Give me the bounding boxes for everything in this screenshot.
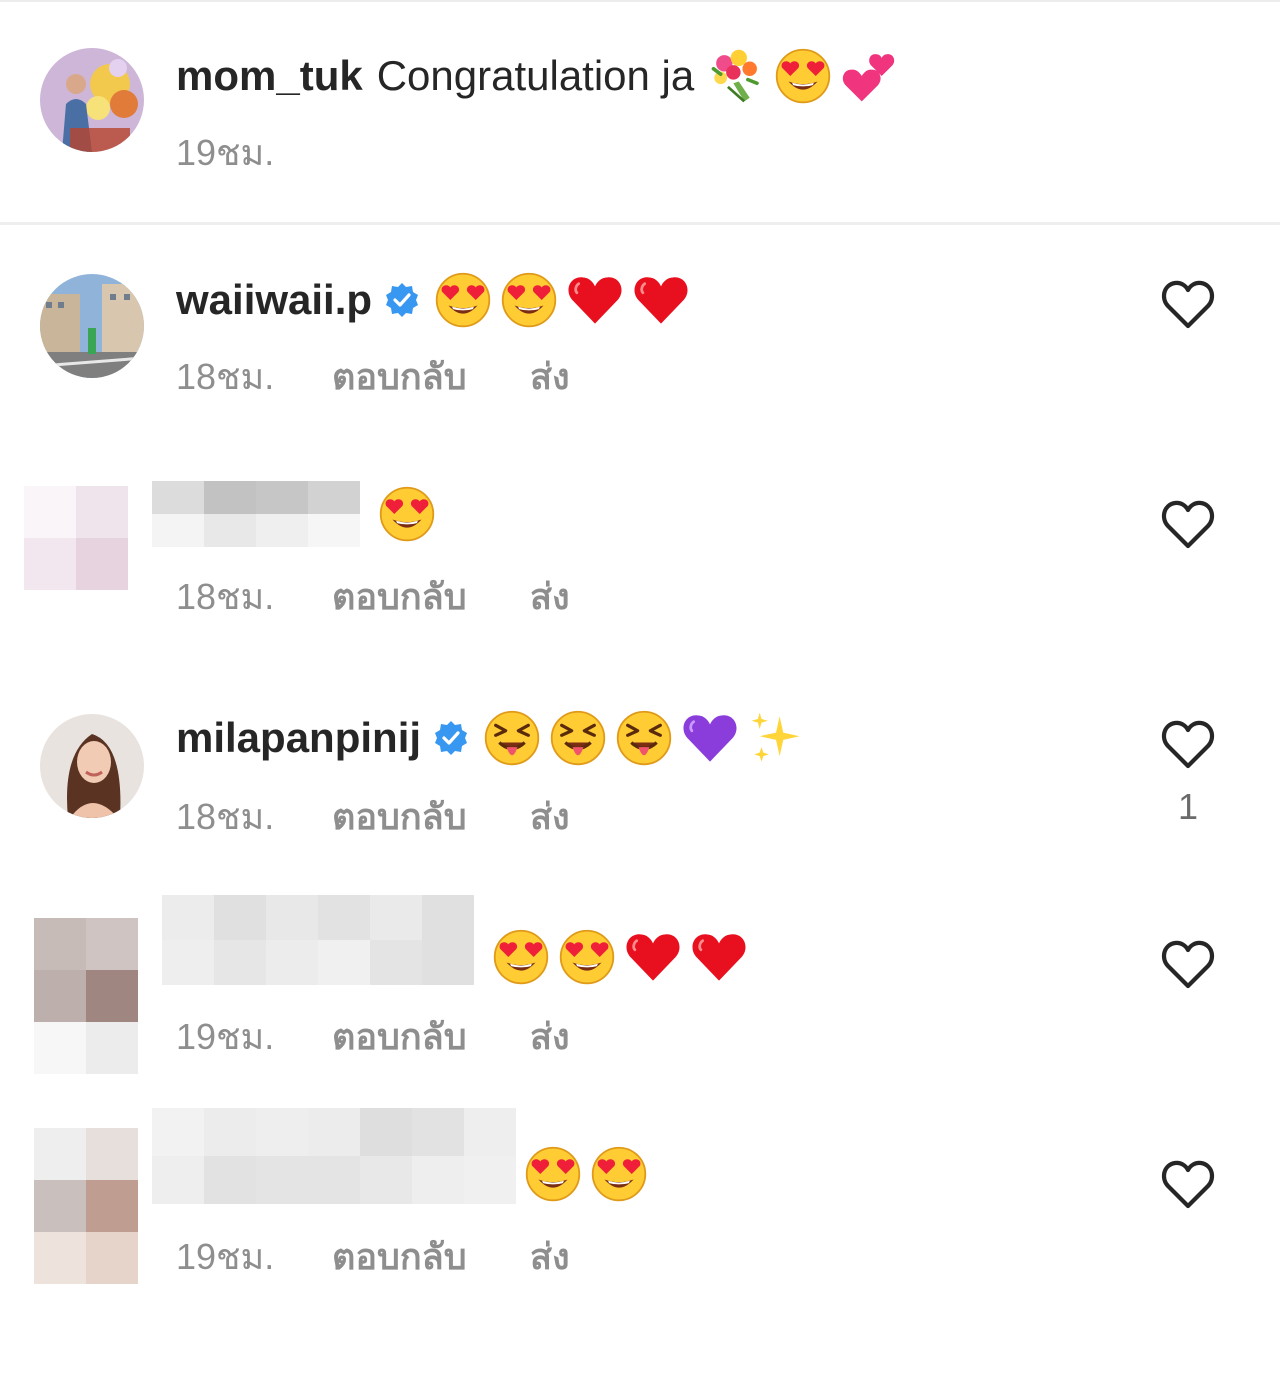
comment-line <box>162 895 748 985</box>
timestamp: 18ชม. <box>176 795 275 837</box>
verified-badge-icon <box>433 720 469 756</box>
like-heart-icon[interactable] <box>1160 1158 1216 1210</box>
like-heart-icon[interactable] <box>1160 498 1216 550</box>
avatar[interactable] <box>40 714 144 818</box>
squinting-tongue-emoji <box>549 709 607 767</box>
red-heart-emoji <box>624 928 682 986</box>
heart-eyes-emoji <box>492 928 550 986</box>
comment-line: milapanpinij <box>176 710 805 766</box>
emoji-row <box>492 928 748 986</box>
bouquet-emoji <box>708 47 766 105</box>
send-button[interactable]: ส่ง <box>530 568 570 625</box>
avatar[interactable] <box>40 274 144 378</box>
heart-eyes-emoji <box>524 1145 582 1203</box>
avatar[interactable] <box>40 48 144 152</box>
caption-line: mom_tuk Congratulation ja <box>176 48 898 104</box>
comment-meta: 19ชม. ตอบกลับ ส่ง <box>176 1012 570 1060</box>
purple-heart-emoji <box>681 709 739 767</box>
verified-badge-icon <box>384 282 420 318</box>
like-heart-icon[interactable] <box>1160 938 1216 990</box>
emoji-row <box>434 271 690 329</box>
emoji-row <box>483 709 805 767</box>
comment-line <box>152 481 436 547</box>
squinting-tongue-emoji <box>483 709 541 767</box>
blurred-avatar[interactable] <box>34 918 138 1074</box>
username[interactable]: mom_tuk <box>176 48 363 104</box>
comment-meta: 18ชม. ตอบกลับ ส่ง <box>176 572 570 620</box>
heart-eyes-emoji <box>774 47 832 105</box>
timestamp: 19ชม. <box>176 1235 275 1277</box>
reply-button[interactable]: ตอบกลับ <box>332 1228 530 1285</box>
like-heart-icon[interactable] <box>1160 278 1216 330</box>
reply-button[interactable]: ตอบกลับ <box>332 348 530 405</box>
blurred-avatar[interactable] <box>34 1128 138 1284</box>
comment-meta: 18ชม. ตอบกลับ ส่ง <box>176 792 570 840</box>
send-button[interactable]: ส่ง <box>530 1008 570 1065</box>
send-button[interactable]: ส่ง <box>530 348 570 405</box>
heart-eyes-emoji <box>590 1145 648 1203</box>
heart-eyes-emoji <box>434 271 492 329</box>
reply-button[interactable]: ตอบกลับ <box>332 788 530 845</box>
red-heart-emoji <box>632 271 690 329</box>
timestamp: 18ชม. <box>176 355 275 397</box>
timestamp: 19ชม. <box>176 1015 275 1057</box>
like-count[interactable]: 1 <box>1160 786 1216 828</box>
caption-text: Congratulation ja <box>376 52 695 99</box>
emoji-row <box>378 485 436 543</box>
red-heart-emoji <box>690 928 748 986</box>
emoji-row <box>708 47 898 105</box>
caption-meta: 19ชม. <box>176 128 274 176</box>
username[interactable]: milapanpinij <box>176 710 421 766</box>
comment-meta: 19ชม. ตอบกลับ ส่ง <box>176 1232 570 1280</box>
username[interactable]: waiiwaii.p <box>176 272 372 328</box>
send-button[interactable]: ส่ง <box>530 1228 570 1285</box>
post-caption: mom_tuk Congratulation ja 19ชม. <box>0 0 1280 222</box>
send-button[interactable]: ส่ง <box>530 788 570 845</box>
timestamp: 18ชม. <box>176 575 275 617</box>
reply-button[interactable]: ตอบกลับ <box>332 568 530 625</box>
blurred-username[interactable] <box>152 1108 516 1204</box>
comment-meta: 18ชม. ตอบกลับ ส่ง <box>176 352 570 400</box>
heart-eyes-emoji <box>558 928 616 986</box>
heart-eyes-emoji <box>378 485 436 543</box>
timestamp: 19ชม. <box>176 131 275 173</box>
squinting-tongue-emoji <box>615 709 673 767</box>
comment-line: waiiwaii.p <box>176 272 690 328</box>
reply-button[interactable]: ตอบกลับ <box>332 1008 530 1065</box>
blurred-avatar[interactable] <box>24 486 128 642</box>
red-heart-emoji <box>566 271 624 329</box>
emoji-row <box>524 1145 648 1203</box>
heart-eyes-emoji <box>500 271 558 329</box>
comment-line <box>152 1108 648 1204</box>
blurred-username[interactable] <box>162 895 474 985</box>
two-hearts-emoji <box>840 47 898 105</box>
sparkles-emoji <box>747 709 805 767</box>
like-heart-icon[interactable] <box>1160 718 1216 770</box>
section-divider <box>0 222 1280 225</box>
blurred-username[interactable] <box>152 481 360 547</box>
